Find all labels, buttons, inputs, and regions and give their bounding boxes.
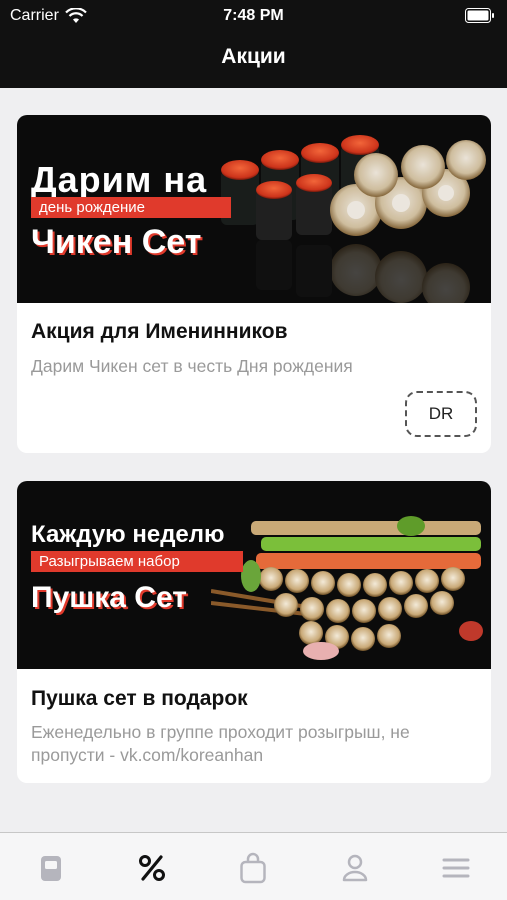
promo-description: Еженедельно в группе проходит розыгрыш, …: [31, 722, 410, 765]
promo-card-pushka[interactable]: Каждую неделю Разыгрываем набор Пушка Се…: [17, 481, 491, 783]
promo-banner: Каждую неделю Разыгрываем набор Пушка Се…: [17, 481, 491, 669]
battery-icon: [465, 8, 494, 23]
tab-promotions[interactable]: [122, 851, 182, 887]
shopping-bag-icon: [240, 852, 267, 884]
promo-title: Пушка сет в подарок: [31, 687, 248, 710]
promo-card-birthday[interactable]: Дарим на день рождение Чикен Сет Акция д…: [17, 115, 491, 453]
tab-menu[interactable]: [21, 851, 81, 887]
profile-icon: [342, 854, 368, 882]
tab-more[interactable]: [426, 851, 486, 887]
promo-title: Акция для Именинников: [31, 320, 288, 343]
banner-tag: Разыгрываем набор: [31, 551, 243, 572]
hamburger-menu-icon: [442, 858, 470, 878]
promotions-screen: Carrier 7:48 PM Акции Дарим на день рожд…: [0, 0, 507, 900]
promo-description: Дарим Чикен сет в честь Дня рождения: [31, 356, 353, 376]
menu-book-icon: [40, 856, 61, 881]
banner-product: Чикен Сет: [31, 223, 202, 261]
percent-icon: [139, 855, 166, 881]
banner-headline: Каждую неделю: [31, 521, 225, 548]
tab-profile[interactable]: [325, 851, 385, 887]
header: Carrier 7:48 PM Акции: [0, 0, 507, 88]
sushi-set-image: [221, 135, 486, 303]
page-title: Акции: [221, 45, 286, 68]
tab-cart[interactable]: [223, 851, 283, 887]
banner-product: Пушка Сет: [31, 581, 187, 614]
promo-banner: Дарим на день рождение Чикен Сет: [17, 115, 491, 303]
promo-code-badge[interactable]: DR: [405, 391, 477, 437]
tab-bar: [0, 832, 507, 900]
status-bar: Carrier 7:48 PM: [0, 0, 507, 32]
banner-tag: день рождение: [31, 197, 231, 218]
status-time: 7:48 PM: [223, 7, 284, 24]
banner-headline: Дарим на: [31, 159, 208, 200]
sushi-set-image: [211, 516, 483, 660]
